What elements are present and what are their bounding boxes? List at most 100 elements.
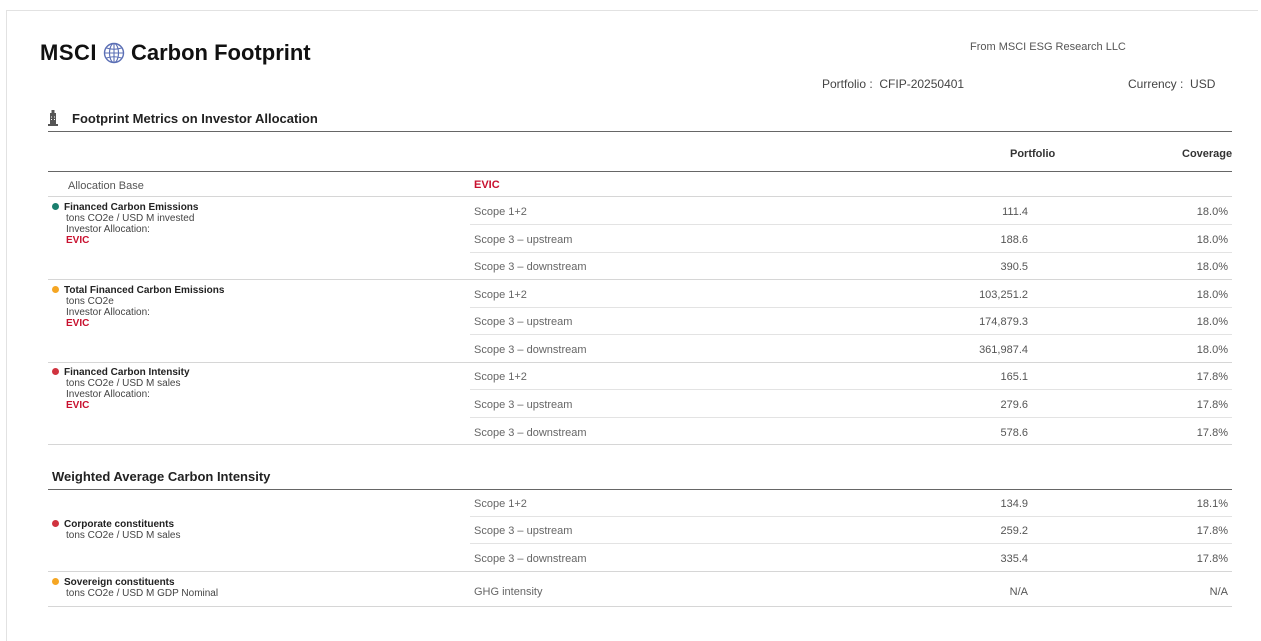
metric-unit: tons CO2e / USD M invested	[66, 213, 195, 224]
coverage-value: 17.8%	[1196, 427, 1228, 439]
metric-name: Total Financed Carbon Emissions	[64, 285, 225, 296]
portfolio-label: Portfolio :	[822, 77, 873, 91]
metric-unit: tons CO2e	[66, 296, 114, 307]
divider	[48, 362, 1232, 363]
scope-label: Scope 3 – upstream	[474, 525, 573, 537]
portfolio-value: 174,879.3	[979, 316, 1028, 328]
metric-unit: tons CO2e / USD M GDP Nominal	[66, 588, 219, 599]
scope-label: Scope 3 – downstream	[474, 344, 587, 356]
scope-label: Scope 1+2	[474, 206, 527, 218]
status-dot	[52, 368, 59, 375]
metric-name: Financed Carbon Intensity	[64, 367, 190, 378]
portfolio-value: 259.2	[1000, 525, 1028, 537]
divider	[470, 417, 1232, 418]
status-dot	[52, 520, 59, 527]
scope-label: Scope 3 – downstream	[474, 427, 587, 439]
globe-icon	[103, 42, 125, 64]
divider	[48, 279, 1232, 280]
scope-label: Scope 1+2	[474, 371, 527, 383]
divider	[48, 196, 1232, 197]
coverage-value: 17.8%	[1196, 553, 1228, 565]
divider	[470, 516, 1232, 517]
portfolio-value: 134.9	[1000, 498, 1028, 510]
section-title: Footprint Metrics on Investor Allocation	[72, 110, 318, 126]
divider	[48, 131, 1232, 132]
metric-total-financed-carbon-emissions: Total Financed Carbon Emissions tons CO2…	[52, 285, 224, 329]
source-line: From MSCI ESG Research LLC	[970, 41, 1126, 53]
metric-financed-carbon-emissions: Financed Carbon Emissions tons CO2e / US…	[52, 202, 198, 246]
coverage-value: 18.0%	[1196, 289, 1228, 301]
divider	[48, 606, 1232, 607]
section-wacI-heading: Weighted Average Carbon Intensity	[52, 469, 271, 484]
building-icon	[48, 110, 58, 126]
divider	[470, 252, 1232, 253]
portfolio-value: 578.6	[1000, 427, 1028, 439]
scope-label: Scope 3 – downstream	[474, 261, 587, 273]
metric-name: Financed Carbon Emissions	[64, 202, 199, 213]
section-footprint-heading: Footprint Metrics on Investor Allocation	[46, 110, 318, 126]
divider	[48, 571, 1232, 572]
divider	[470, 543, 1232, 544]
portfolio-info: Portfolio : CFIP-20250401	[822, 77, 964, 91]
portfolio-value: 165.1	[1000, 371, 1028, 383]
scope-label: Scope 3 – upstream	[474, 234, 573, 246]
column-header-coverage: Coverage	[1182, 148, 1233, 160]
allocation-base-value: EVIC	[474, 179, 500, 191]
scope-label: GHG intensity	[474, 586, 543, 598]
investor-allocation-label: Investor Allocation:	[66, 389, 150, 400]
column-header-portfolio: Portfolio	[1010, 148, 1056, 160]
portfolio-value: 361,987.4	[979, 344, 1028, 356]
portfolio-value: 103,251.2	[979, 289, 1028, 301]
investor-allocation-value: EVIC	[66, 318, 90, 329]
page-title: Carbon Footprint	[131, 40, 311, 65]
metric-name: Corporate constituents	[64, 519, 175, 530]
portfolio-value: 111.4	[1002, 206, 1028, 218]
metric-sovereign-constituents: Sovereign constituents tons CO2e / USD M…	[52, 577, 218, 599]
divider	[470, 334, 1232, 335]
divider	[48, 489, 1232, 490]
metric-unit: tons CO2e / USD M sales	[66, 530, 181, 541]
currency-info: Currency : USD	[1128, 77, 1215, 91]
status-dot	[52, 578, 59, 585]
scope-label: Scope 3 – downstream	[474, 553, 587, 565]
divider	[48, 171, 1232, 172]
portfolio-value: N/A	[1009, 586, 1028, 598]
portfolio-value: CFIP-20250401	[879, 77, 965, 91]
coverage-value: 17.8%	[1196, 371, 1228, 383]
msci-logo: MSCI	[40, 40, 97, 65]
metric-corporate-constituents: Corporate constituents tons CO2e / USD M…	[52, 519, 180, 541]
portfolio-value: 188.6	[1000, 234, 1028, 246]
metric-name: Sovereign constituents	[64, 577, 175, 588]
scope-label: Scope 3 – upstream	[474, 399, 573, 411]
coverage-value: 18.0%	[1196, 234, 1228, 246]
portfolio-value: 335.4	[1000, 553, 1028, 565]
metric-unit: tons CO2e / USD M sales	[66, 378, 181, 389]
coverage-value: 18.1%	[1196, 498, 1228, 510]
divider	[470, 224, 1232, 225]
coverage-value: 17.8%	[1196, 525, 1228, 537]
scope-label: Scope 3 – upstream	[474, 316, 573, 328]
coverage-value: 18.0%	[1196, 261, 1228, 273]
investor-allocation-label: Investor Allocation:	[66, 224, 150, 235]
divider	[48, 444, 1232, 445]
divider	[470, 389, 1232, 390]
scope-label: Scope 1+2	[474, 498, 527, 510]
coverage-value: 17.8%	[1196, 399, 1228, 411]
portfolio-value: 279.6	[1000, 399, 1028, 411]
portfolio-value: 390.5	[1000, 261, 1028, 273]
currency-label: Currency :	[1128, 77, 1184, 91]
coverage-value: N/A	[1209, 586, 1228, 598]
report-header: MSCI Carbon Footprint	[40, 40, 311, 66]
status-dot	[52, 286, 59, 293]
coverage-value: 18.0%	[1196, 316, 1228, 328]
allocation-base-label: Allocation Base	[68, 180, 144, 192]
currency-value: USD	[1190, 77, 1216, 91]
investor-allocation-label: Investor Allocation:	[66, 307, 150, 318]
status-dot	[52, 203, 59, 210]
metric-financed-carbon-intensity: Financed Carbon Intensity tons CO2e / US…	[52, 367, 190, 411]
investor-allocation-value: EVIC	[66, 400, 90, 411]
investor-allocation-value: EVIC	[66, 235, 90, 246]
divider	[470, 307, 1232, 308]
scope-label: Scope 1+2	[474, 289, 527, 301]
coverage-value: 18.0%	[1196, 344, 1228, 356]
